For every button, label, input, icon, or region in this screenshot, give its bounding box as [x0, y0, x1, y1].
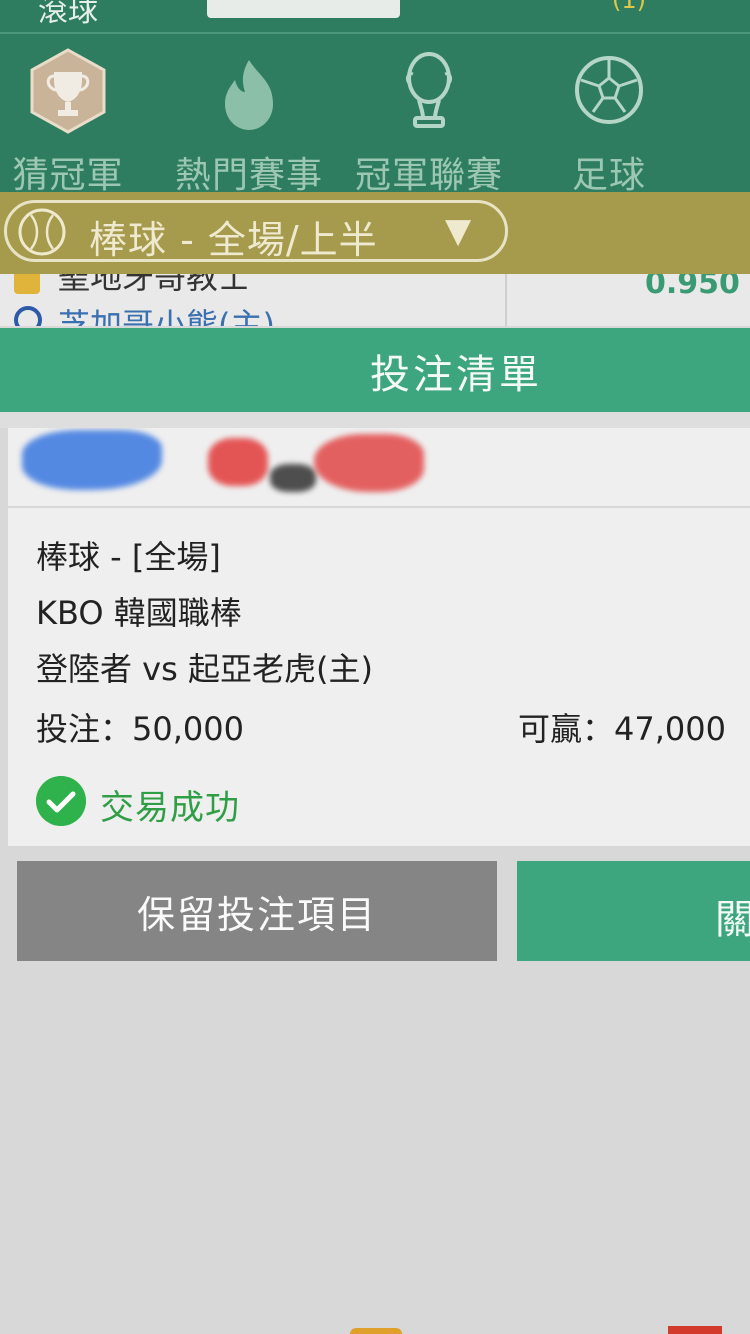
team-logo-icon [14, 306, 42, 326]
bet-stake: 投注：50,000 [36, 710, 244, 748]
tab-count-badge: (1) [612, 0, 646, 14]
close-button[interactable]: 關閉 [517, 861, 750, 961]
bet-league: KBO 韓國職棒 [36, 594, 242, 632]
team-name: 芝加哥小熊(主) [58, 306, 275, 326]
category-hot-events[interactable]: 熱門賽事 [164, 34, 334, 196]
bet-sport: 棒球 - [全場] [36, 538, 221, 576]
redacted-scribble [8, 428, 750, 506]
bet-payout: 可贏：47,000 [518, 710, 726, 748]
team-logo-icon [14, 274, 40, 294]
category-nav: 猜冠軍 熱門賽事 冠軍聯賽 足球 [0, 32, 750, 196]
category-label: 足球 [571, 155, 646, 196]
bottom-nav-icon[interactable] [350, 1328, 402, 1334]
match-list-peek: 聖地牙哥教士 芝加哥小熊(主) 0.950 [0, 274, 750, 326]
flame-icon [225, 60, 273, 130]
category-label: 冠軍聯賽 [354, 155, 503, 196]
bottom-nav-badge[interactable] [668, 1326, 722, 1334]
bet-list-header: 投注清單 [0, 328, 750, 412]
category-label: 熱門賽事 [174, 155, 323, 196]
dropdown-arrow-icon: ▼ [445, 211, 472, 251]
check-circle-icon [36, 776, 86, 826]
divider [0, 412, 750, 428]
trophy-icon [30, 48, 106, 134]
tab-upcoming[interactable] [207, 0, 400, 18]
sport-filter-dropdown[interactable]: 棒球 - 全場/上半 ▼ [4, 200, 508, 262]
team-name: 聖地牙哥教士 [58, 274, 251, 296]
keep-bets-button[interactable]: 保留投注項目 [17, 861, 497, 961]
category-label: 猜冠軍 [12, 155, 124, 196]
cup-icon [405, 52, 453, 128]
modal-title: 投注清單 [370, 352, 542, 398]
bet-slip-card: 棒球 - [全場] KBO 韓國職棒 登陸者 vs 起亞老虎(主) 投注：50,… [8, 508, 750, 846]
bet-match: 登陸者 vs 起亞老虎(主) [36, 650, 373, 688]
category-champions-league[interactable]: 冠軍聯賽 [344, 34, 514, 196]
category-guess-champion[interactable]: 猜冠軍 [0, 34, 153, 196]
sport-filter-label: 棒球 - 全場/上半 [89, 218, 378, 262]
baseball-icon [18, 208, 66, 256]
divider [505, 274, 507, 326]
soccer-ball-icon [575, 56, 643, 124]
category-soccer[interactable]: 足球 [524, 34, 694, 196]
tab-live[interactable]: 滾球 [38, 0, 98, 30]
close-button-label: 關閉 [715, 897, 750, 943]
sport-filter-bar: 棒球 - 全場/上半 ▼ [0, 192, 750, 274]
odds-value[interactable]: 0.950 [645, 274, 740, 301]
status-text: 交易成功 [100, 788, 240, 828]
top-tab-bar: 滾球 (1) [0, 0, 750, 32]
